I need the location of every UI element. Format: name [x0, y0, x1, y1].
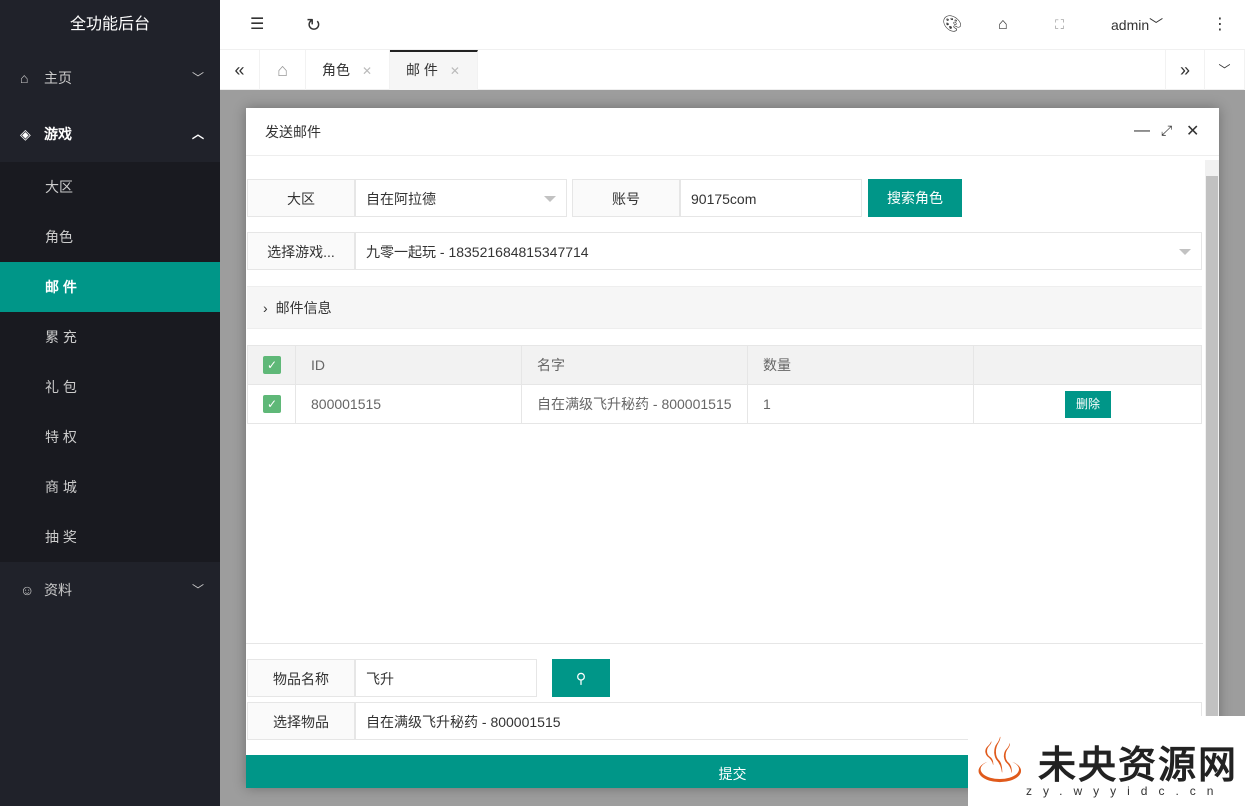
sidebar-item-label: 游戏 [44, 126, 72, 142]
select-item-value: 自在满级飞升秘药 - 800001515 [366, 714, 561, 730]
refresh-icon[interactable]: ↻ [306, 0, 321, 50]
col-name: 名字 [521, 345, 748, 385]
chevron-up-icon: ︿ [191, 127, 204, 141]
region-value: 自在阿拉德 [366, 191, 436, 207]
watermark-text: 未央资源网 [1038, 745, 1239, 787]
tab-home-icon[interactable]: ⌂ [260, 50, 306, 90]
sidebar-subitem-shop[interactable]: 商 城 [0, 462, 220, 512]
sidebar-item-label: 主页 [44, 70, 72, 86]
watermark-url: zy.wyyidc.cn [1026, 784, 1225, 798]
search-item-button[interactable]: ⚲ [552, 659, 610, 697]
close-icon[interactable]: ✕ [1186, 121, 1199, 141]
maximize-icon[interactable]: ⤢ [1161, 122, 1172, 139]
sidebar-subitem-region[interactable]: 大区 [0, 162, 220, 212]
tabs-scroll-left-icon[interactable]: « [220, 50, 260, 90]
flame-icon: ♨ [972, 727, 1028, 796]
scrollbar[interactable] [1205, 160, 1219, 720]
send-mail-dialog: 发送邮件 — ⤢ ✕ 大区 自在阿拉德 账号 90175com 搜索角色 选择游… [246, 108, 1219, 788]
select-all-checkbox[interactable]: ✓ [247, 345, 296, 385]
sidebar: 全功能后台 ⌂ 主页 ﹀ ◈ 游戏 ︿ 大区 角色 邮 件 累 充 礼 包 特 权 商 … [0, 0, 220, 806]
watermark-logo: ♨ 未央资源网 zy.wyyidc.cn [968, 716, 1245, 806]
select-item-label: 选择物品 [247, 702, 355, 740]
header: ☰ ↻ 🎨︎ ⌂ ⛶ admin﹀ ⋮ [220, 0, 1245, 50]
item-table: ✓ ID 名字 数量 ✓ 800001515 自在满级飞升秘药 - 800001… [247, 345, 1202, 424]
table-row: ✓ 800001515 自在满级飞升秘药 - 800001515 1 删除 [247, 384, 1202, 424]
cell-name: 自在满级飞升秘药 - 800001515 [521, 384, 748, 424]
tab-label: 角色 [322, 62, 350, 78]
caret-down-icon [1179, 249, 1191, 261]
caret-down-icon [544, 196, 556, 208]
fullscreen-icon[interactable]: ⛶ [1055, 0, 1064, 50]
search-icon: ⚲ [575, 670, 587, 686]
chevron-down-icon: ﹀ [1149, 17, 1164, 33]
app-title: 全功能后台 [69, 16, 150, 33]
menu-collapse-icon[interactable]: ☰ [250, 0, 264, 50]
mail-info-collapse[interactable]: › 邮件信息 [247, 286, 1202, 329]
tab-label: 邮 件 [406, 62, 438, 78]
sidebar-item-profile[interactable]: ☺ 资料 ﹀ [0, 562, 220, 618]
cell-qty: 1 [747, 384, 974, 424]
search-role-button[interactable]: 搜索角色 [868, 179, 962, 217]
sidebar-subitem-privilege[interactable]: 特 权 [0, 412, 220, 462]
palette-icon[interactable]: 🎨︎ [942, 0, 962, 50]
divider [246, 643, 1203, 644]
role-label: 选择游戏... [247, 232, 355, 270]
close-icon[interactable]: ✕ [362, 64, 372, 78]
tag-icon[interactable]: ⌂ [998, 0, 1008, 50]
sidebar-subitem-role[interactable]: 角色 [0, 212, 220, 262]
sidebar-subitem-mail[interactable]: 邮 件 [0, 262, 220, 312]
tab-role[interactable]: 角色 ✕ [306, 50, 390, 90]
user-menu[interactable]: admin﹀ [1111, 0, 1163, 50]
region-select[interactable]: 自在阿拉德 [355, 179, 567, 217]
tab-mail[interactable]: 邮 件 ✕ [390, 50, 478, 90]
sidebar-subitem-lottery[interactable]: 抽 奖 [0, 512, 220, 562]
sidebar-subitem-recharge[interactable]: 累 充 [0, 312, 220, 362]
home-icon: ⌂ [20, 70, 29, 86]
minimize-icon[interactable]: — [1134, 122, 1150, 140]
chevron-down-icon: ﹀ [191, 583, 204, 597]
username: admin [1111, 17, 1150, 33]
account-label: 账号 [572, 179, 680, 217]
tab-bar: « ⌂ 角色 ✕ 邮 件 ✕ » ﹀ [220, 50, 1245, 90]
delete-button[interactable]: 删除 [1065, 390, 1111, 418]
item-name-label: 物品名称 [247, 659, 355, 697]
cell-id: 800001515 [295, 384, 522, 424]
row-checkbox[interactable]: ✓ [247, 384, 296, 424]
role-select[interactable]: 九零一起玩 - 183521684815347714 [355, 232, 1202, 270]
col-qty: 数量 [747, 345, 974, 385]
tabs-options-icon[interactable]: ﹀ [1205, 50, 1245, 90]
sidebar-item-label: 资料 [44, 582, 72, 598]
chevron-down-icon: ﹀ [191, 71, 204, 85]
diamond-icon: ◈ [20, 126, 31, 142]
table-header: ✓ ID 名字 数量 [247, 345, 1202, 385]
account-input[interactable]: 90175com [680, 179, 862, 217]
col-action [973, 345, 1202, 385]
more-icon[interactable]: ⋮ [1212, 0, 1228, 50]
mail-info-title: 邮件信息 [275, 300, 332, 316]
user-icon: ☺ [20, 582, 35, 598]
region-label: 大区 [247, 179, 355, 217]
dialog-title: 发送邮件 [246, 108, 1219, 156]
sidebar-item-home[interactable]: ⌂ 主页 ﹀ [0, 50, 220, 106]
item-name-input[interactable]: 飞升 [355, 659, 537, 697]
close-icon[interactable]: ✕ [450, 64, 460, 78]
tabs-scroll-right-icon[interactable]: » [1165, 50, 1205, 90]
scrollbar-thumb[interactable] [1206, 176, 1218, 716]
check-icon: ✓ [263, 395, 281, 413]
sidebar-subitem-gift[interactable]: 礼 包 [0, 362, 220, 412]
role-value: 九零一起玩 - 183521684815347714 [366, 244, 589, 260]
check-icon: ✓ [263, 356, 281, 374]
sidebar-item-game[interactable]: ◈ 游戏 ︿ [0, 106, 220, 162]
col-id: ID [295, 345, 522, 385]
chevron-right-icon: › [263, 300, 268, 316]
